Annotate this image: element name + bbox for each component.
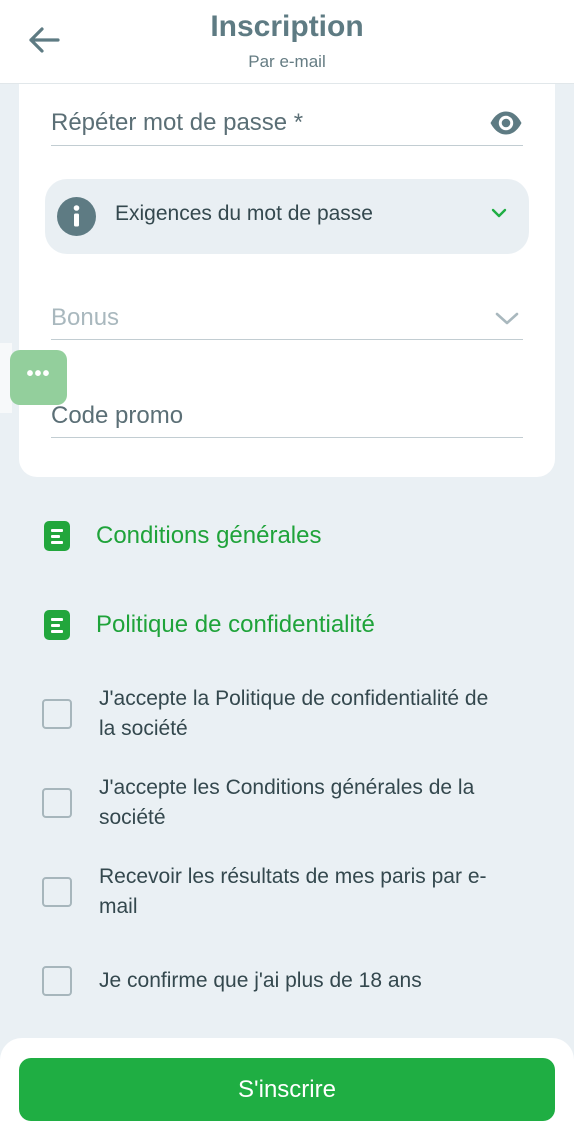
accept-terms-label: J'accepte les Conditions générales de la…: [99, 776, 475, 829]
password-requirements-toggle[interactable]: Exigences du mot de passe: [45, 179, 529, 254]
repeat-password-label: Répéter mot de passe *: [51, 109, 304, 136]
email-results-checkbox[interactable]: [42, 877, 72, 907]
accept-privacy-checkbox[interactable]: [42, 699, 72, 729]
email-results-label: Recevoir les résultats de mes paris par …: [99, 865, 487, 918]
app-header: Inscription Par e-mail: [0, 0, 574, 84]
bonus-select[interactable]: Bonus: [51, 284, 523, 340]
page-subtitle: Par e-mail: [248, 52, 326, 71]
repeat-password-field[interactable]: Répéter mot de passe *: [51, 84, 523, 146]
bonus-label: Bonus: [51, 304, 120, 331]
eye-icon[interactable]: [489, 110, 523, 136]
terms-link[interactable]: Conditions générales: [44, 516, 321, 556]
age-confirm-checkbox-row[interactable]: Je confirme que j'ai plus de 18 ans: [42, 966, 512, 996]
register-button[interactable]: S'inscrire: [19, 1058, 555, 1121]
registration-form-card: Répéter mot de passe * Exigences du mot …: [19, 84, 555, 477]
accept-privacy-label: J'accepte la Politique de confidentialit…: [99, 687, 489, 740]
floating-menu-button[interactable]: •••: [10, 350, 67, 405]
promo-code-label: Code promo: [51, 402, 184, 429]
promo-code-input[interactable]: Code promo: [51, 384, 523, 438]
chevron-down-icon: [495, 312, 519, 325]
more-dots-icon: •••: [26, 363, 51, 385]
chevron-down-icon: [491, 208, 507, 218]
password-requirements-text: Exigences du mot de passe: [115, 202, 373, 225]
privacy-policy-link-label: Politique de confidentialité: [96, 611, 375, 638]
email-results-checkbox-row[interactable]: Recevoir les résultats de mes paris par …: [42, 862, 512, 922]
accept-terms-checkbox-row[interactable]: J'accepte les Conditions générales de la…: [42, 773, 512, 833]
privacy-policy-link[interactable]: Politique de confidentialité: [44, 605, 375, 645]
accept-terms-checkbox[interactable]: [42, 788, 72, 818]
page-title: Inscription: [210, 10, 364, 43]
age-confirm-checkbox[interactable]: [42, 966, 72, 996]
terms-link-label: Conditions générales: [96, 522, 322, 549]
document-icon: [44, 610, 70, 640]
info-icon: [57, 197, 96, 236]
document-icon: [44, 521, 70, 551]
age-confirm-label: Je confirme que j'ai plus de 18 ans: [99, 969, 422, 992]
accept-privacy-checkbox-row[interactable]: J'accepte la Politique de confidentialit…: [42, 684, 512, 744]
bottom-action-bar: S'inscrire: [0, 1038, 574, 1139]
